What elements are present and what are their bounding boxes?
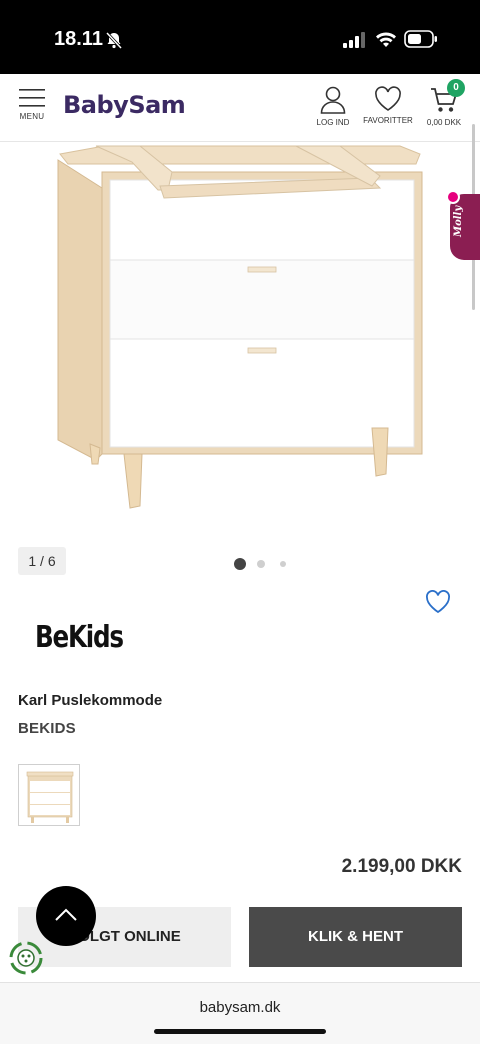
pagination-dot-active[interactable] xyxy=(234,558,246,570)
battery-icon xyxy=(404,30,437,48)
image-counter: 1 / 6 xyxy=(18,547,66,575)
molly-label: Molly xyxy=(453,205,464,237)
status-time: 18.11 xyxy=(54,28,103,50)
product-title: Karl Puslekommode xyxy=(18,692,163,709)
pagination-dot[interactable] xyxy=(257,560,265,568)
product-thumbnail[interactable] xyxy=(18,764,80,826)
add-to-favorites-heart-icon[interactable] xyxy=(425,590,451,614)
brand-logo[interactable]: BeKids xyxy=(35,620,124,655)
login-label: LOG IND xyxy=(316,118,350,127)
cart-count-badge: 0 xyxy=(447,79,465,97)
user-icon xyxy=(320,86,346,114)
favorites-label: FAVORITTER xyxy=(363,116,413,125)
menu-button[interactable]: MENU xyxy=(16,88,48,132)
favorites-button[interactable]: FAVORITTER xyxy=(361,86,415,125)
hamburger-icon xyxy=(19,89,45,107)
cart-total: 0,00 DKK xyxy=(426,118,462,127)
thumbnail-image xyxy=(26,771,74,823)
heart-icon xyxy=(375,86,401,111)
chevron-up-icon xyxy=(55,908,77,921)
status-bar: 18.11 xyxy=(0,0,480,74)
product-brand[interactable]: BEKIDS xyxy=(18,720,76,737)
recycle-badge-icon[interactable] xyxy=(8,940,44,976)
babysam-logo[interactable]: BabySam xyxy=(63,91,186,119)
menu-label: MENU xyxy=(19,112,45,121)
product-price: 2.199,00 DKK xyxy=(341,856,462,877)
scroll-to-top-button[interactable] xyxy=(36,886,96,946)
product-page: 18.11 MENU BabySam LOG IND FAVORITTER 0,… xyxy=(0,0,480,1044)
browser-url-bar[interactable]: babysam.dk xyxy=(0,982,480,1044)
cellular-signal-icon xyxy=(343,32,365,48)
pagination-dot[interactable] xyxy=(280,561,286,567)
wifi-icon xyxy=(376,32,396,47)
home-indicator[interactable] xyxy=(154,1029,326,1034)
molly-notification-dot xyxy=(446,190,460,204)
product-image[interactable] xyxy=(40,142,440,522)
click-and-collect-button[interactable]: KLIK & HENT xyxy=(249,907,462,967)
site-header: MENU BabySam LOG IND FAVORITTER 0,00 DKK xyxy=(0,74,480,142)
bell-slash-icon xyxy=(105,31,123,50)
login-button[interactable]: LOG IND xyxy=(314,86,352,127)
url-text: babysam.dk xyxy=(199,999,281,1016)
